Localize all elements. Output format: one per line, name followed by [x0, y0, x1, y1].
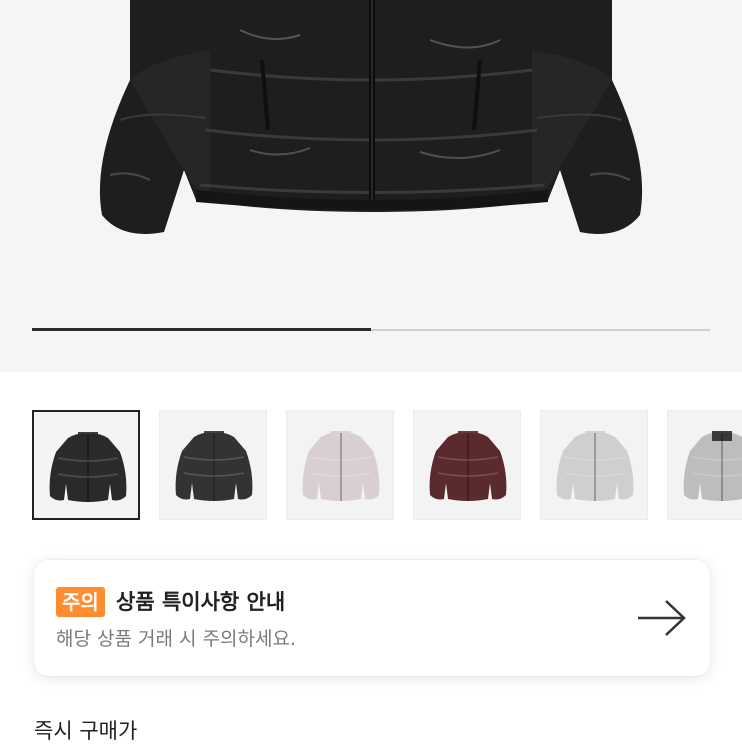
- thumbnail-jacket-image: [175, 431, 253, 501]
- thumbnail-burgundy[interactable]: [413, 410, 521, 520]
- thumbnail-jacket-image: [556, 431, 634, 501]
- gallery-progress-fill: [32, 328, 371, 331]
- gallery-progress-bar: [32, 328, 710, 331]
- notice-title: 상품 특이사항 안내: [116, 590, 286, 614]
- jacket-illustration: [99, 0, 643, 234]
- thumbnail-black-front[interactable]: [32, 410, 140, 520]
- thumbnail-silver-black[interactable]: [667, 410, 742, 520]
- product-hero-image[interactable]: [0, 0, 742, 372]
- thumbnail-light-grey[interactable]: [540, 410, 648, 520]
- notice-card[interactable]: 주의 상품 특이사항 안내 해당 상품 거래 시 주의하세요.: [34, 560, 710, 676]
- caution-badge: 주의: [56, 587, 105, 617]
- notice-subtitle: 해당 상품 거래 시 주의하세요.: [56, 628, 296, 650]
- thumbnail-black-alt[interactable]: [159, 410, 267, 520]
- thumbnail-jacket-image: [429, 431, 507, 501]
- thumbnail-jacket-image: [49, 432, 127, 502]
- thumbnail-light-pink[interactable]: [286, 410, 394, 520]
- arrow-right-icon[interactable]: [636, 598, 688, 638]
- thumbnail-jacket-image: [683, 431, 742, 501]
- thumbnail-strip[interactable]: [0, 410, 742, 522]
- thumbnail-jacket-image: [302, 431, 380, 501]
